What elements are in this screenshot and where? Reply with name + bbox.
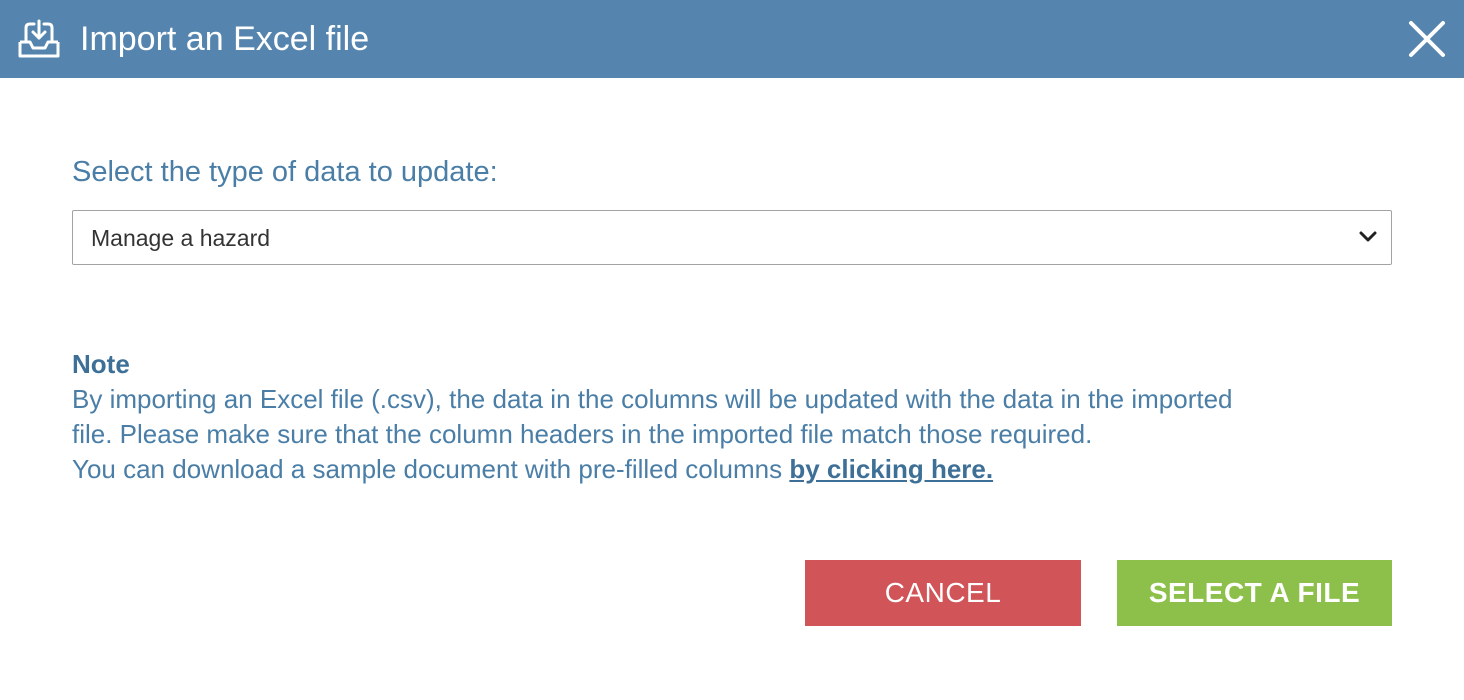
inbox-download-icon [18,19,60,58]
close-icon[interactable] [1406,18,1448,60]
data-type-select[interactable]: Manage a hazard [72,210,1392,265]
dialog-titlebar: Import an Excel file [0,0,1464,78]
select-file-button[interactable]: SELECT A FILE [1117,560,1392,626]
data-type-select-value: Manage a hazard [91,225,271,251]
note-line-1: By importing an Excel file (.csv), the d… [72,384,1233,414]
data-type-label: Select the type of data to update: [72,156,498,188]
note-heading: Note [72,349,130,379]
download-sample-link[interactable]: by clicking here. [789,454,993,484]
note-text: By importing an Excel file (.csv), the d… [72,382,1402,487]
note-line-3-text: You can download a sample document with … [72,454,790,484]
dialog-title: Import an Excel file [80,20,370,58]
note-line-3: You can download a sample document with … [72,452,1402,487]
import-excel-dialog: Import an Excel file Select the type of … [0,0,1464,700]
cancel-button[interactable]: CANCEL [805,560,1081,626]
note-line-2: file. Please make sure that the column h… [72,419,1093,449]
chevron-down-icon [1359,231,1377,242]
